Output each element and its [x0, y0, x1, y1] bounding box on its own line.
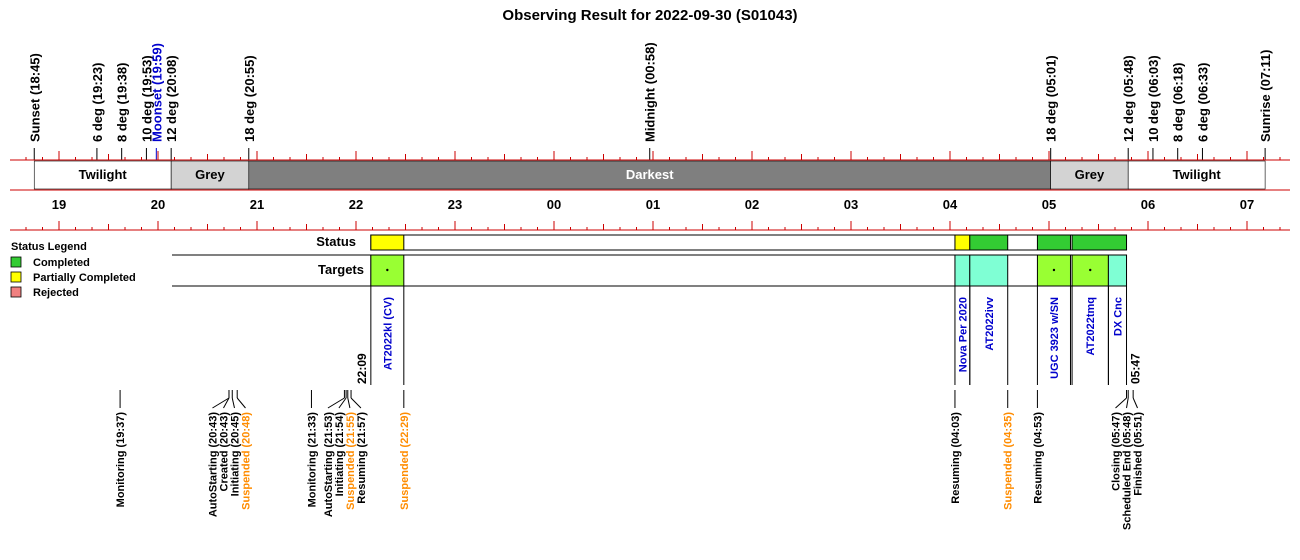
hour-label: 21 [250, 197, 264, 212]
bottom-event-labels: Monitoring (19:37) AutoStarting (20:43) Cr… [115, 390, 1145, 530]
target-block [954, 254, 971, 287]
observing-result-diagram: Observing Result for 2022-09-30 (S01043)… [0, 0, 1300, 560]
top-event-label: 8 deg (06:18) [1171, 63, 1186, 142]
time-marks: 22:09 05:47 [355, 353, 1143, 384]
top-event-label: Sunrise (07:11) [1258, 50, 1273, 143]
top-event-label: Moonset (19:59) [149, 43, 164, 142]
event-connector [1115, 397, 1127, 409]
timeline-svg: Observing Result for 2022-09-30 (S01043)… [10, 7, 1290, 530]
status-segment-partial [370, 234, 405, 251]
status-row-label: Status [316, 234, 356, 249]
event-label: Resuming (04:03) [950, 412, 962, 504]
event-connector [350, 397, 362, 409]
top-event-label: 18 deg (20:55) [242, 55, 257, 142]
top-event-label: 12 deg (20:08) [164, 55, 179, 142]
top-event-label: 12 deg (05:48) [1121, 55, 1136, 142]
event-label: Finished (05:51) [1133, 412, 1145, 496]
hour-label: 03 [844, 197, 858, 212]
top-event-label: 8 deg (19:38) [115, 63, 130, 142]
status-segment-partial [954, 234, 971, 251]
hour-label: 05 [1042, 197, 1056, 212]
target-name: AT2022tmq [1085, 297, 1097, 355]
hour-label: 07 [1240, 197, 1254, 212]
event-label: Monitoring (21:33) [306, 412, 318, 508]
event-label: Suspended (22:29) [399, 412, 411, 510]
target-block [969, 254, 1009, 287]
event-connector [236, 397, 246, 409]
hour-label: 23 [448, 197, 462, 212]
top-event-label: 6 deg (06:33) [1195, 63, 1210, 142]
status-segment-completed [1036, 234, 1071, 251]
top-event-label: 18 deg (05:01) [1044, 55, 1059, 142]
target-block [1107, 254, 1128, 287]
time-mark-label: 22:09 [355, 353, 369, 384]
hour-label: 04 [943, 197, 958, 212]
top-event-label: Midnight (00:58) [643, 42, 658, 142]
event-connector [1126, 397, 1129, 409]
hour-label: 00 [547, 197, 561, 212]
top-event-label: 6 deg (19:23) [90, 63, 105, 142]
top-event-labels: Sunset (18:45) 6 deg (19:23) 8 deg (19:38)… [27, 42, 1273, 160]
sky-band-label: Twilight [1173, 167, 1222, 182]
top-event-label: Sunset (18:45) [27, 53, 42, 142]
target-marker [386, 268, 389, 272]
status-target-rows: Status Targets AT2022kl (CV) Nova Per 2020 A… [172, 234, 1128, 385]
legend-item-label: Partially Completed [33, 272, 136, 284]
status-segment-completed [1071, 234, 1128, 251]
event-label: Resuming (21:57) [356, 412, 368, 504]
event-connector [347, 397, 351, 409]
top-event-label: 10 deg (06:03) [1146, 55, 1161, 142]
target-name: AT2022ivv [984, 296, 996, 350]
target-marker [1089, 268, 1092, 272]
time-mark-label: 05:47 [1129, 353, 1143, 384]
legend-title: Status Legend [11, 241, 87, 253]
event-connector [231, 397, 235, 409]
targets-row-box [370, 254, 1128, 287]
hour-label: 02 [745, 197, 759, 212]
legend-item-label: Completed [33, 257, 90, 269]
target-marker [1052, 268, 1056, 272]
target-name: Nova Per 2020 [957, 297, 969, 372]
event-connector [1132, 397, 1138, 409]
hour-label: 01 [646, 197, 660, 212]
legend-item-label: Rejected [33, 287, 79, 299]
chart-title: Observing Result for 2022-09-30 (S01043) [502, 7, 797, 24]
event-label: Suspended (04:35) [1003, 412, 1015, 510]
sky-bands: Twilight Grey Darkest Grey Twilight [33, 160, 1266, 190]
sky-band-label: Grey [1075, 167, 1105, 182]
targets-row-label: Targets [318, 262, 364, 277]
hour-label: 20 [151, 197, 165, 212]
hour-label: 22 [349, 197, 363, 212]
event-label: Monitoring (19:37) [115, 412, 127, 508]
target-name: AT2022kl (CV) [382, 297, 394, 370]
legend-swatch [10, 271, 22, 283]
event-label: Suspended (20:48) [240, 412, 252, 510]
status-row-box [370, 234, 1128, 251]
legend-swatch [10, 286, 22, 298]
status-legend: Status Legend Completed Partially Complete… [10, 241, 136, 299]
hour-label: 19 [52, 197, 66, 212]
legend-swatch [10, 256, 22, 268]
hour-label: 06 [1141, 197, 1155, 212]
sky-band-label: Twilight [79, 167, 128, 182]
target-name: UGC 3923 w/SN [1049, 297, 1061, 379]
sky-band-label: Grey [195, 167, 225, 182]
sky-band-label: Darkest [626, 167, 674, 182]
status-segment-completed [969, 234, 1009, 251]
target-name: DX Cnc [1112, 297, 1124, 336]
event-label: Resuming (04:53) [1032, 412, 1044, 504]
